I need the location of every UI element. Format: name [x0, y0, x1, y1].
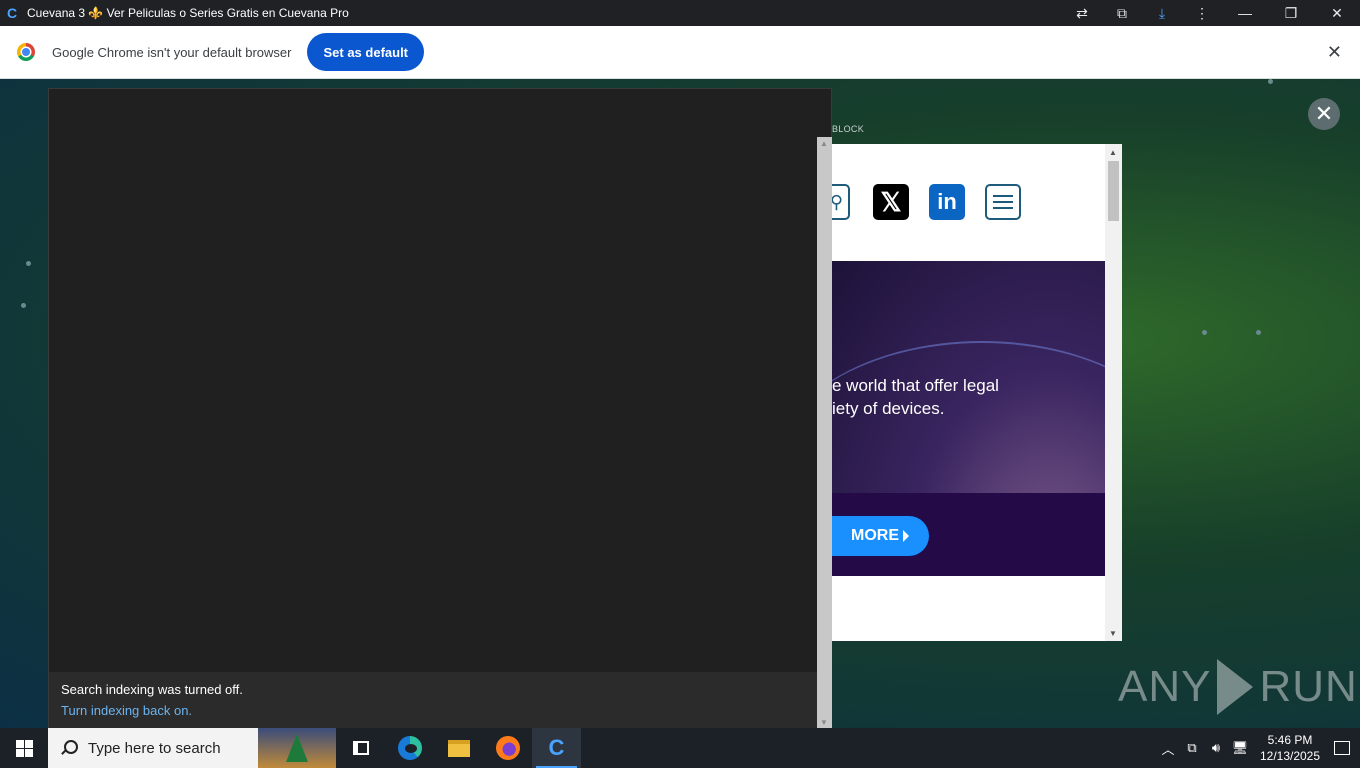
background-dot: [1256, 330, 1261, 335]
clock-time: 5:46 PM: [1267, 733, 1313, 747]
hero-line-1: e world that offer legal: [832, 376, 999, 395]
set-as-default-button[interactable]: Set as default: [307, 33, 425, 71]
scroll-thumb[interactable]: [1108, 161, 1119, 221]
system-tray: ︿ ⧉ 🔊︎ 🖥︎ 5:46 PM 12/13/2025: [1156, 728, 1360, 768]
background-dot: [26, 261, 31, 266]
chrome-cuevana-taskbar-button[interactable]: C: [532, 728, 581, 768]
translate-icon[interactable]: ⇄: [1062, 0, 1102, 26]
volume-icon[interactable]: 🔊︎: [1204, 740, 1228, 756]
extensions-icon[interactable]: ⧉: [1102, 0, 1142, 26]
default-browser-infobar: Google Chrome isn't your default browser…: [0, 26, 1360, 79]
taskbar-search-box[interactable]: Type here to search: [48, 728, 336, 768]
taskbar: Type here to search C ︿ ⧉ 🔊︎ 🖥︎ 5:46 PM …: [0, 728, 1360, 768]
background-dot: [1268, 79, 1273, 84]
x-twitter-icon[interactable]: 𝕏: [873, 184, 909, 220]
linkedin-icon[interactable]: in: [929, 184, 965, 220]
watermark-left: ANY: [1118, 662, 1212, 711]
firefox-taskbar-button[interactable]: [483, 728, 532, 768]
notification-icon: [1334, 741, 1350, 755]
start-button[interactable]: [0, 728, 48, 768]
anyrun-watermark: ANY RUN: [1118, 657, 1358, 717]
menu-kebab-icon[interactable]: ⋮: [1182, 0, 1222, 26]
taskbar-clock[interactable]: 5:46 PM 12/13/2025: [1256, 732, 1324, 764]
title-bar: C Cuevana 3 ⚜️ Ver Peliculas o Series Gr…: [0, 0, 1360, 26]
ad-hero-text: e world that offer legal iety of devices…: [832, 374, 999, 420]
social-bar: ⚲ 𝕏 in: [832, 184, 1105, 220]
task-view-button[interactable]: [336, 728, 385, 768]
hero-line-2: iety of devices.: [832, 399, 945, 418]
adblock-label: BLOCK: [832, 124, 865, 134]
search-indexing-notice: Search indexing was turned off. Turn ind…: [49, 672, 817, 729]
task-view-icon: [352, 741, 369, 755]
search-placeholder: Type here to search: [88, 739, 221, 757]
edge-taskbar-button[interactable]: [385, 728, 434, 768]
search-icon[interactable]: ⚲: [832, 184, 850, 220]
close-window-button[interactable]: ✕: [1314, 0, 1360, 26]
search-highlight-image: [258, 728, 336, 768]
search-icon: [60, 740, 78, 756]
ad-panel[interactable]: ⚲ 𝕏 in e world that offer legal iety of …: [832, 144, 1122, 641]
play-logo-icon: [1217, 659, 1254, 715]
edge-icon: [397, 736, 422, 760]
hamburger-menu-icon[interactable]: [985, 184, 1021, 220]
cuevana-favicon-icon: C: [7, 5, 18, 21]
firefox-icon: [495, 736, 520, 760]
chevron-up-icon[interactable]: ︿: [1156, 739, 1180, 758]
windows-search-panel: Search indexing was turned off. Turn ind…: [48, 88, 832, 729]
notification-center-button[interactable]: [1324, 728, 1360, 768]
restore-button[interactable]: ❐: [1268, 0, 1314, 26]
watermark-right: RUN: [1259, 662, 1358, 711]
overlay-close-button[interactable]: ✕: [1308, 98, 1340, 130]
background-dot: [21, 303, 26, 308]
ad-hero-image: e world that offer legal iety of devices…: [832, 261, 1122, 493]
search-panel-scrollbar[interactable]: ▲ ▼: [817, 137, 832, 729]
folder-icon: [447, 739, 470, 757]
meet-now-icon[interactable]: ⧉: [1180, 740, 1204, 756]
window-title: Cuevana 3 ⚜️ Ver Peliculas o Series Grat…: [27, 6, 349, 20]
download-icon[interactable]: ⤓: [1142, 0, 1182, 26]
scroll-down-arrow-icon[interactable]: ▼: [1109, 629, 1117, 638]
chrome-logo-icon: [17, 43, 35, 61]
scroll-up-arrow-icon[interactable]: ▲: [1109, 148, 1117, 157]
ad-scrollbar[interactable]: ▲ ▼: [1105, 144, 1122, 641]
infobar-close-button[interactable]: ✕: [1327, 42, 1342, 63]
clock-date: 12/13/2025: [1259, 749, 1321, 763]
indexing-off-message: Search indexing was turned off.: [61, 682, 243, 697]
ad-cta-band: MORE: [832, 493, 1105, 576]
turn-indexing-on-link[interactable]: Turn indexing back on.: [61, 703, 805, 718]
scroll-down-arrow-icon[interactable]: ▼: [820, 718, 828, 727]
minimize-button[interactable]: —: [1222, 0, 1268, 26]
network-icon[interactable]: 🖥︎: [1228, 740, 1252, 756]
file-explorer-taskbar-button[interactable]: [434, 728, 483, 768]
search-results-area: [49, 89, 817, 672]
infobar-message: Google Chrome isn't your default browser: [52, 44, 292, 60]
cuevana-icon: C: [548, 735, 565, 760]
learn-more-button[interactable]: MORE: [832, 516, 929, 556]
background-dot: [1202, 330, 1207, 335]
scroll-up-arrow-icon[interactable]: ▲: [820, 139, 828, 148]
